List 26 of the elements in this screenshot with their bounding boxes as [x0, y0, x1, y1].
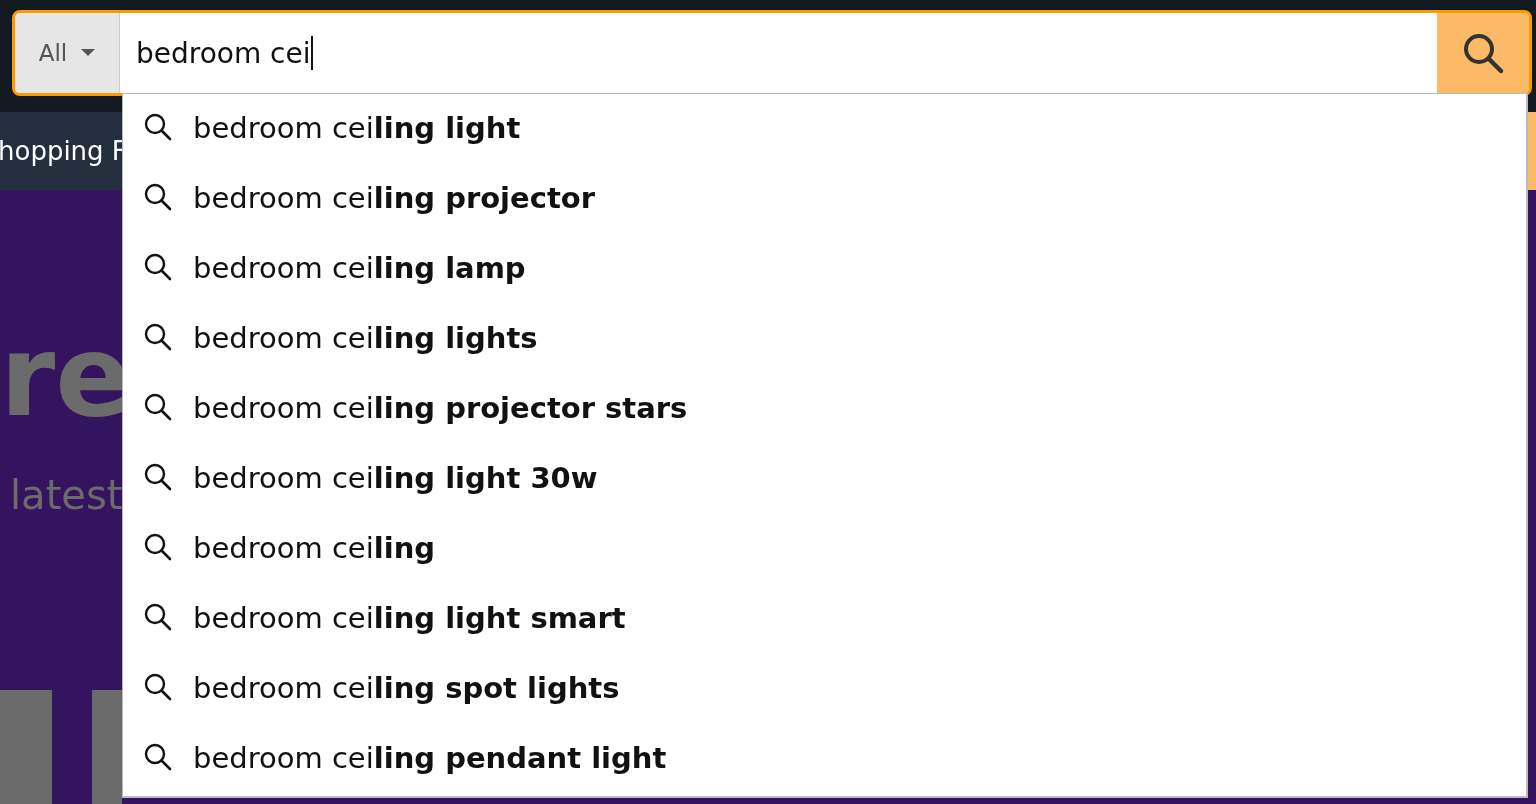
- suggestion-item[interactable]: bedroom ceiling spot lights: [193, 671, 620, 705]
- search-icon: [143, 532, 173, 562]
- search-icon: [1461, 31, 1505, 75]
- search-button[interactable]: [1437, 13, 1529, 93]
- caret-icon: [81, 49, 96, 57]
- search-icon: [143, 602, 173, 632]
- search-icon: [143, 252, 173, 282]
- banner-subline: latest: [9, 472, 122, 518]
- search-icon: [143, 112, 173, 142]
- suggestion-item[interactable]: bedroom ceiling projector stars: [193, 391, 688, 425]
- suggestion-item[interactable]: bedroom ceiling: [193, 531, 436, 565]
- suggestion-item[interactable]: bedroom ceiling light 30w: [193, 461, 598, 495]
- search-icon: [143, 742, 173, 772]
- suggestion-item[interactable]: bedroom ceiling lamp: [193, 251, 526, 285]
- search-icon: [143, 672, 173, 702]
- search-icon: [143, 182, 173, 212]
- suggestion-item[interactable]: bedroom ceiling light: [193, 111, 521, 145]
- search-icon: [143, 322, 173, 352]
- search-icon: [143, 392, 173, 422]
- suggestion-item[interactable]: bedroom ceiling lights: [193, 321, 538, 355]
- search-icon: [143, 462, 173, 492]
- suggestion-item[interactable]: bedroom ceiling pendant light: [193, 741, 667, 775]
- suggestion-item[interactable]: bedroom ceiling light smart: [193, 601, 626, 635]
- banner-headline: re: [0, 320, 132, 432]
- suggestion-item[interactable]: bedroom ceiling projector: [193, 181, 595, 215]
- category-dropdown[interactable]: All: [15, 13, 120, 93]
